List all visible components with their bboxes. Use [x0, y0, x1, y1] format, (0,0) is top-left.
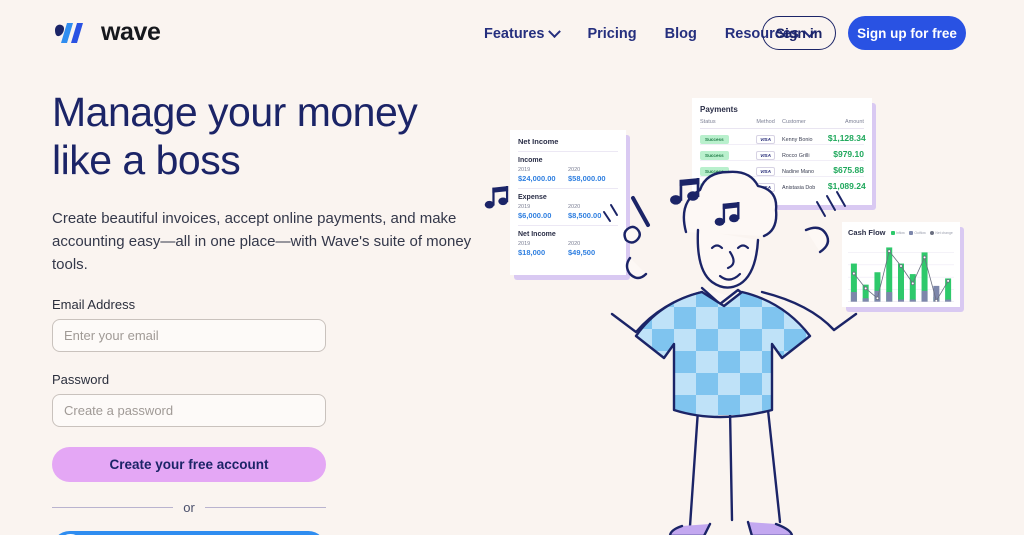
legend-label: Outflow	[914, 230, 926, 235]
page-title: Manage your money like a boss	[52, 89, 418, 184]
chart-legend: Inflow Outflow Net change	[890, 230, 953, 235]
year-label: 2020	[568, 204, 581, 210]
table-row: Success VISA Anistasia Dob $1,089.24	[700, 177, 866, 193]
hero-section: Manage your money like a boss Create bea…	[52, 88, 482, 535]
section-label: Net Income	[518, 231, 556, 238]
nav-label-pricing: Pricing	[587, 26, 637, 42]
divider	[518, 151, 618, 152]
status-badge: Success	[700, 134, 729, 144]
legend-item-net-change: Net change	[929, 230, 953, 235]
email-label: Email Address	[52, 296, 136, 312]
nav-item-pricing[interactable]: Pricing	[573, 22, 650, 46]
amount-value: $1,128.34	[827, 132, 866, 143]
site-header: wave Features Pricing Blog Resources Sig…	[0, 0, 1024, 66]
year-label: 2019	[518, 241, 531, 247]
legend-label: Inflow	[896, 230, 905, 235]
amount-value: $49,500	[568, 248, 596, 257]
divider-label: or	[183, 499, 195, 515]
divider-line-right	[204, 506, 326, 508]
sign-in-button[interactable]: Sign in	[762, 16, 836, 50]
google-signup-button[interactable]: Sign up with Google	[52, 530, 326, 535]
legend-swatch	[890, 230, 895, 235]
status-badge: Success	[700, 166, 729, 176]
create-account-button[interactable]: Create your free account	[52, 446, 326, 482]
legend-swatch	[908, 230, 913, 235]
status-badge: Success	[700, 150, 729, 160]
cash-flow-header: Cash Flow Inflow Outflow Net change	[848, 228, 954, 237]
year-label: 2020	[568, 241, 581, 247]
amount-value: $979.10	[833, 148, 864, 159]
net-income-card-title: Net Income	[518, 137, 559, 146]
amount-value: $1,089.24	[827, 181, 866, 191]
cash-flow-chart	[848, 247, 954, 303]
sign-up-button[interactable]: Sign up for free	[848, 16, 966, 50]
password-label: Password	[52, 371, 110, 387]
payments-card-title: Payments	[700, 105, 738, 114]
chevron-down-icon	[548, 24, 562, 38]
net-income-section-net: Net Income 2019 $18,000 2020 $49,500	[518, 231, 618, 257]
divider-line-left	[52, 506, 174, 508]
divider	[518, 188, 618, 189]
amount-value: $6,000.00	[518, 211, 552, 220]
nav-label-blog: Blog	[664, 26, 697, 42]
cash-flow-card: Cash Flow Inflow Outflow Net change	[842, 222, 960, 307]
password-field[interactable]	[52, 393, 326, 427]
nav-label-features: Features	[484, 26, 545, 42]
hero-illustration: Net Income Income 2019 $24,000.00 2020 $…	[480, 80, 1024, 535]
wave-logo-icon	[55, 22, 83, 43]
legend-item-inflow: Inflow	[890, 230, 905, 235]
amount-value: $675.88	[833, 164, 864, 175]
year-label: 2020	[568, 167, 581, 173]
amount-value: $18,000	[518, 248, 546, 257]
nav-item-blog[interactable]: Blog	[651, 22, 711, 46]
year-label: 2019	[518, 204, 531, 210]
wave-logo-text: wave	[101, 18, 161, 46]
column-header-amount: Amount	[845, 119, 864, 125]
divider: or	[52, 500, 326, 515]
customer-name: Anistasia Dob	[781, 185, 816, 191]
section-label: Expense	[518, 194, 547, 201]
visa-icon: VISA	[756, 166, 775, 176]
column-header-method: Method	[756, 119, 775, 125]
amount-value: $58,000.00	[568, 174, 606, 183]
amount-value: $8,500.00	[568, 211, 602, 220]
hero-subtext: Create beautiful invoices, accept online…	[52, 209, 472, 274]
visa-icon: VISA	[756, 134, 775, 144]
column-header-status: Status	[700, 119, 716, 125]
column-header-customer: Customer	[781, 119, 806, 125]
cash-flow-card-title: Cash Flow	[848, 228, 886, 237]
divider	[518, 225, 618, 226]
amount-value: $24,000.00	[518, 174, 556, 183]
table-row: Success VISA Nadine Mano $675.88	[700, 161, 864, 177]
visa-icon: VISA	[756, 183, 775, 192]
section-label: Income	[518, 157, 543, 164]
net-income-section-expense: Expense 2019 $6,000.00 2020 $8,500.00	[518, 194, 618, 220]
customer-name: Kenny Bonio	[781, 136, 813, 143]
legend-swatch	[929, 230, 934, 235]
nav-item-features[interactable]: Features	[470, 22, 573, 46]
payments-card: Payments Status Method Customer Amount S…	[692, 98, 872, 205]
wave-logo[interactable]: wave	[52, 18, 161, 47]
email-field[interactable]	[52, 318, 326, 352]
customer-name: Rocco Grilli	[781, 152, 810, 159]
visa-icon: VISA	[756, 150, 775, 160]
legend-item-outflow: Outflow	[908, 230, 926, 235]
status-badge: Success	[700, 183, 729, 192]
net-income-card: Net Income Income 2019 $24,000.00 2020 $…	[510, 130, 626, 275]
net-income-section-income: Income 2019 $24,000.00 2020 $58,000.00	[518, 157, 618, 183]
legend-label: Net change	[935, 230, 953, 235]
customer-name: Nadine Mano	[781, 168, 815, 175]
year-label: 2019	[518, 167, 531, 173]
